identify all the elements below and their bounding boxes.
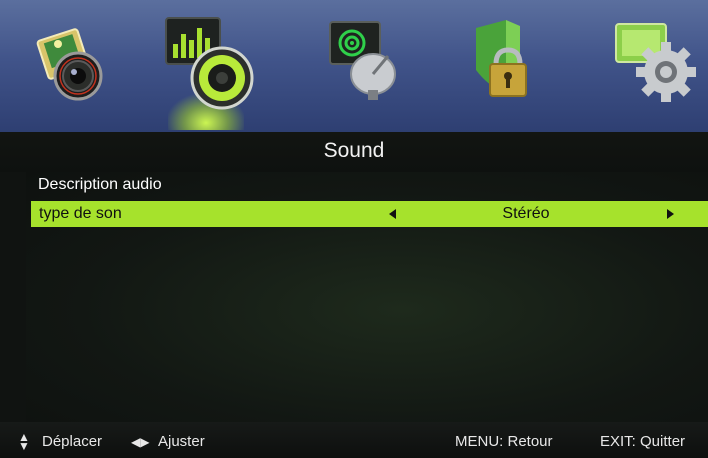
row-value: Stéréo (502, 205, 550, 222)
page-title: Sound (323, 139, 385, 162)
lock-shield-icon (476, 20, 527, 97)
menu-tab-sound[interactable] (160, 14, 254, 130)
menu-back-hint: MENU: Retour (455, 433, 553, 450)
section-label: Description audio (38, 176, 162, 193)
picture-camera-icon (36, 28, 103, 101)
menu-tab-channel[interactable] (318, 14, 408, 124)
arrow-right-icon[interactable] (667, 209, 674, 219)
tv-osd-screen: Sound Description audio type de son Stér… (0, 0, 708, 458)
satellite-dish-icon (329, 21, 396, 100)
menu-tab-picture[interactable] (28, 14, 118, 124)
adjust-hint: Ajuster (158, 433, 205, 450)
exit-hint: EXIT: Quitter (600, 433, 686, 450)
settings-gear-icon (615, 23, 696, 102)
menu-row-sound-type[interactable]: type de son Stéréo (31, 201, 708, 227)
top-menu-bar (0, 0, 708, 132)
move-hint: Déplacer (42, 433, 103, 450)
menu-tab-setup[interactable] (608, 14, 698, 124)
row-label: type de son (39, 205, 122, 222)
footer-hint-bar: ▲ ▼ Déplacer ◀▶ Ajuster MENU: Retour EXI… (0, 422, 708, 458)
arrow-left-icon[interactable] (389, 209, 396, 219)
down-arrow-icon: ▼ (18, 439, 30, 453)
sound-speaker-icon (165, 17, 254, 110)
left-right-arrows-icon: ◀▶ (131, 435, 150, 449)
menu-tab-lock[interactable] (462, 14, 552, 124)
